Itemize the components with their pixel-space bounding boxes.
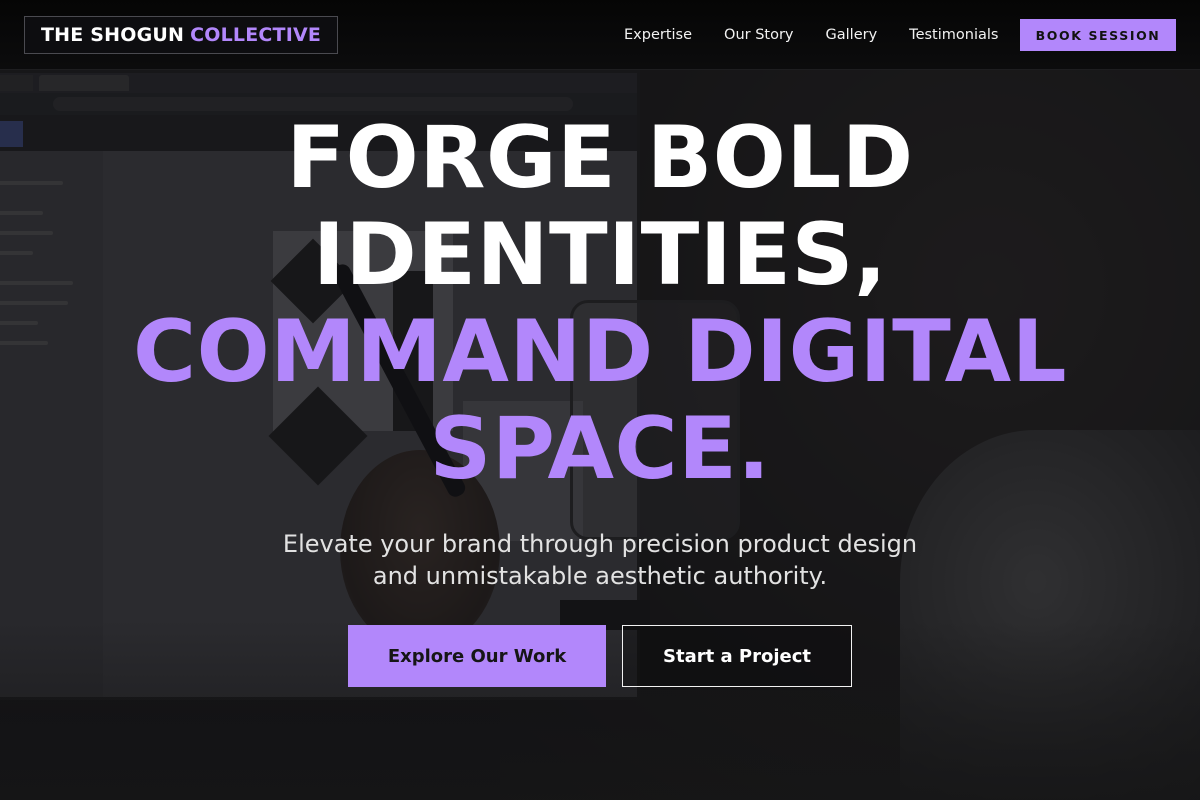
hero-subtitle: Elevate your brand through precision pro… bbox=[0, 528, 1200, 592]
hero-actions: Explore Our Work Start a Project bbox=[0, 625, 1200, 687]
hero-title: FORGE BOLD IDENTITIES, COMMAND DIGITAL S… bbox=[0, 110, 1200, 498]
hero-title-line-3: COMMAND DIGITAL bbox=[132, 302, 1068, 402]
nav-link-gallery[interactable]: Gallery bbox=[826, 27, 878, 43]
start-project-button[interactable]: Start a Project bbox=[622, 625, 852, 687]
hero-title-line-1: FORGE BOLD bbox=[286, 108, 914, 208]
explore-work-button[interactable]: Explore Our Work bbox=[348, 625, 606, 687]
hero-subtitle-line-2: and unmistakable aesthetic authority. bbox=[372, 562, 828, 590]
hero-title-line-2: IDENTITIES, bbox=[312, 205, 888, 305]
logo-accent-text: COLLECTIVE bbox=[190, 24, 322, 46]
hero-subtitle-line-1: Elevate your brand through precision pro… bbox=[282, 530, 918, 558]
nav-link-testimonials[interactable]: Testimonials bbox=[909, 27, 998, 43]
nav-link-our-story[interactable]: Our Story bbox=[724, 27, 793, 43]
hero-title-line-4: SPACE. bbox=[429, 399, 771, 499]
nav-link-expertise[interactable]: Expertise bbox=[624, 27, 692, 43]
main-nav: Expertise Our Story Gallery Testimonials bbox=[608, 0, 1030, 70]
hero-section: FORGE BOLD IDENTITIES, COMMAND DIGITAL S… bbox=[0, 110, 1200, 592]
logo-main-text: THE SHOGUN bbox=[41, 24, 185, 46]
site-header: THE SHOGUN COLLECTIVE Expertise Our Stor… bbox=[0, 0, 1200, 70]
book-session-button[interactable]: BOOK SESSION bbox=[1020, 19, 1176, 51]
site-logo[interactable]: THE SHOGUN COLLECTIVE bbox=[24, 16, 339, 54]
